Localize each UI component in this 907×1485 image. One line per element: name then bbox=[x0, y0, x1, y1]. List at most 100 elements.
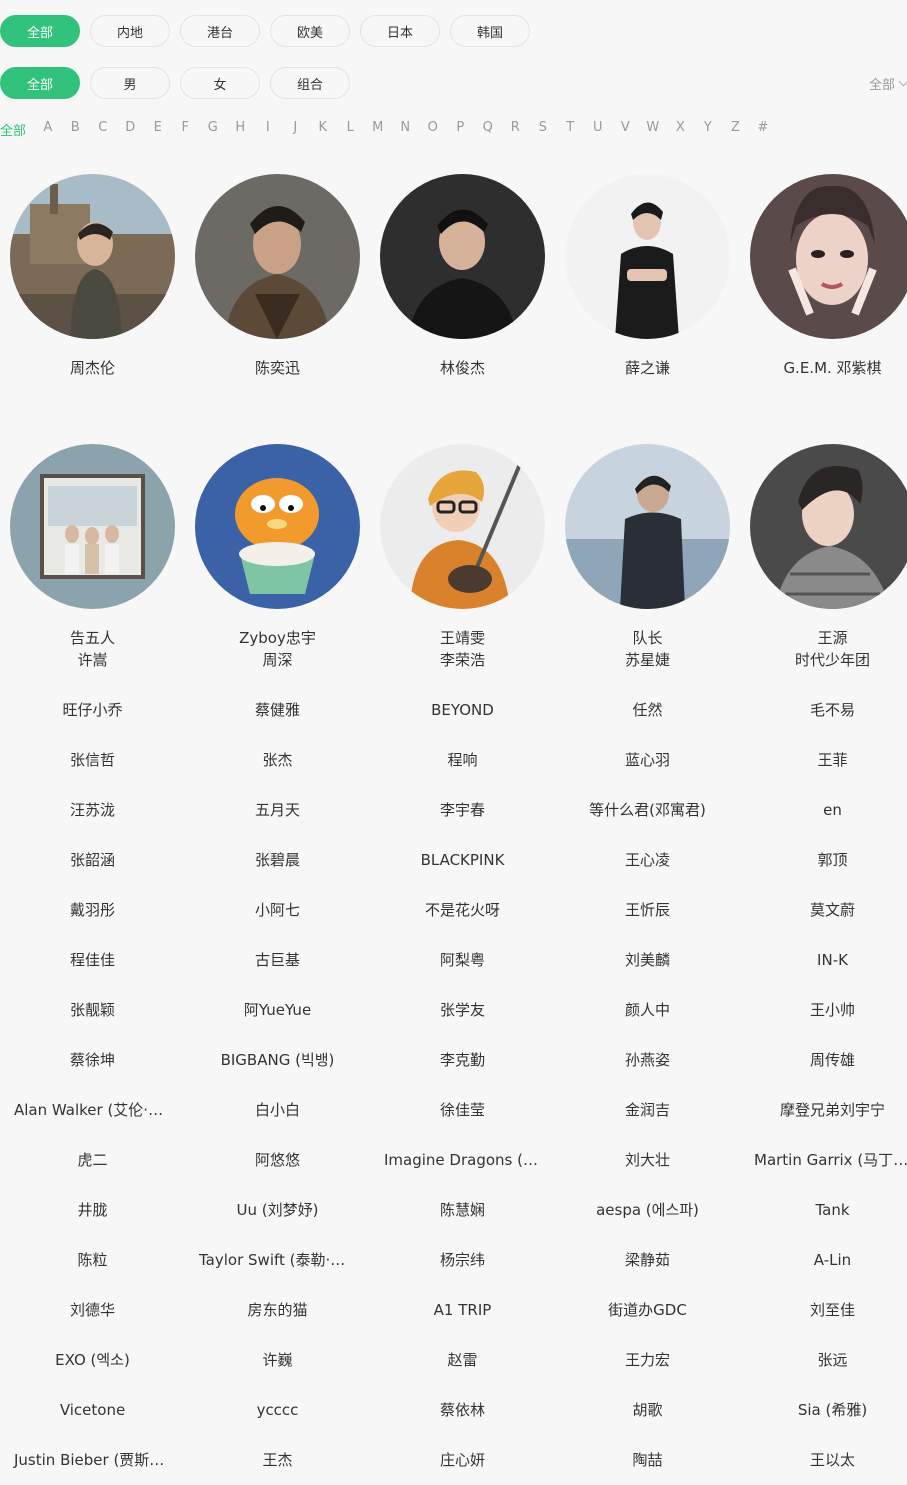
singer-name-link[interactable]: 阿YueYue bbox=[185, 985, 370, 1035]
singer-name-link[interactable]: 张韶涵 bbox=[0, 835, 185, 885]
singer-name-link[interactable]: 张远 bbox=[740, 1335, 907, 1385]
singer-card[interactable]: 王靖雯 bbox=[370, 444, 555, 648]
singer-name-link[interactable]: 李宇春 bbox=[370, 785, 555, 835]
singer-name-link[interactable]: 许嵩 bbox=[0, 635, 185, 685]
letter-filter[interactable]: E bbox=[144, 120, 172, 139]
letter-filter[interactable]: J bbox=[282, 120, 310, 139]
singer-name-link[interactable]: 蓝心羽 bbox=[555, 735, 740, 785]
letter-filter[interactable]: X bbox=[667, 120, 695, 139]
singer-card-name[interactable]: 周杰伦 bbox=[70, 357, 115, 378]
singer-name-link[interactable]: 梁静茹 bbox=[555, 1235, 740, 1285]
letter-filter[interactable]: B bbox=[62, 120, 90, 139]
singer-name-link[interactable]: 刘德华 bbox=[0, 1285, 185, 1335]
letter-filter-all[interactable]: 全部 bbox=[0, 120, 26, 139]
singer-card[interactable]: 林俊杰 bbox=[370, 174, 555, 378]
singer-name-link[interactable]: 王力宏 bbox=[555, 1335, 740, 1385]
singer-name-link[interactable]: 金润吉 bbox=[555, 1085, 740, 1135]
singer-name-link[interactable]: 许巍 bbox=[185, 1335, 370, 1385]
gender-filter-button[interactable]: 全部 bbox=[0, 67, 80, 99]
singer-card[interactable]: 告五人 bbox=[0, 444, 185, 648]
singer-name-link[interactable]: 程佳佳 bbox=[0, 935, 185, 985]
singer-name-link[interactable]: en bbox=[740, 785, 907, 835]
singer-name-link[interactable]: 郭顶 bbox=[740, 835, 907, 885]
band-avatar-icon[interactable] bbox=[10, 444, 175, 609]
area-filter-button[interactable]: 港台 bbox=[180, 15, 260, 47]
singer-avatar-icon[interactable] bbox=[380, 174, 545, 339]
singer-card[interactable]: 队长 bbox=[555, 444, 740, 648]
singer-card[interactable]: 王源 bbox=[740, 444, 907, 648]
singer-name-link[interactable]: 李克勤 bbox=[370, 1035, 555, 1085]
singer-name-link[interactable]: 戴羽彤 bbox=[0, 885, 185, 935]
gender-filter-button[interactable]: 组合 bbox=[270, 67, 350, 99]
singer-name-link[interactable]: 莫文蔚 bbox=[740, 885, 907, 935]
singer-name-link[interactable]: 王菲 bbox=[740, 735, 907, 785]
singer-name-link[interactable]: 五月天 bbox=[185, 785, 370, 835]
letter-filter[interactable]: P bbox=[447, 120, 475, 139]
singer-avatar-icon[interactable] bbox=[195, 174, 360, 339]
singer-name-link[interactable]: 任然 bbox=[555, 685, 740, 735]
singer-name-link[interactable]: BIGBANG (빅뱅) bbox=[185, 1035, 370, 1085]
singer-name-link[interactable]: 街道办GDC bbox=[555, 1285, 740, 1335]
singer-name-link[interactable]: Vicetone bbox=[0, 1385, 185, 1435]
singer-name-link[interactable]: Martin Garrix (马丁·盖瑞斯) bbox=[740, 1135, 907, 1185]
singer-avatar-icon[interactable] bbox=[380, 444, 545, 609]
singer-name-link[interactable]: Taylor Swift (泰勒·斯威夫特) bbox=[185, 1235, 370, 1285]
singer-name-link[interactable]: 旺仔小乔 bbox=[0, 685, 185, 735]
singer-name-link[interactable]: Alan Walker (艾伦·沃克) bbox=[0, 1085, 185, 1135]
singer-avatar-icon[interactable] bbox=[750, 444, 907, 609]
area-filter-button[interactable]: 全部 bbox=[0, 15, 80, 47]
letter-filter[interactable]: O bbox=[419, 120, 447, 139]
letter-filter[interactable]: N bbox=[392, 120, 420, 139]
singer-name-link[interactable]: 时代少年团 bbox=[740, 635, 907, 685]
letter-filter[interactable]: S bbox=[529, 120, 557, 139]
singer-card[interactable]: 陈奕迅 bbox=[185, 174, 370, 378]
gender-filter-button[interactable]: 女 bbox=[180, 67, 260, 99]
area-filter-button[interactable]: 内地 bbox=[90, 15, 170, 47]
singer-name-link[interactable]: 周传雄 bbox=[740, 1035, 907, 1085]
singer-name-link[interactable]: Sia (希雅) bbox=[740, 1385, 907, 1435]
singer-name-link[interactable]: 刘大壮 bbox=[555, 1135, 740, 1185]
singer-name-link[interactable]: 王小帅 bbox=[740, 985, 907, 1035]
singer-name-link[interactable]: 张信哲 bbox=[0, 735, 185, 785]
letter-filter[interactable]: L bbox=[337, 120, 365, 139]
singer-name-link[interactable]: aespa (에스파) bbox=[555, 1185, 740, 1235]
singer-name-link[interactable]: 汪苏泷 bbox=[0, 785, 185, 835]
letter-filter[interactable]: F bbox=[172, 120, 200, 139]
singer-card-name[interactable]: 林俊杰 bbox=[440, 357, 485, 378]
singer-name-link[interactable]: 等什么君(邓寓君) bbox=[555, 785, 740, 835]
singer-name-link[interactable]: Uu (刘梦妤) bbox=[185, 1185, 370, 1235]
letter-filter[interactable]: G bbox=[199, 120, 227, 139]
singer-name-link[interactable]: 虎二 bbox=[0, 1135, 185, 1185]
letter-filter[interactable]: I bbox=[254, 120, 282, 139]
singer-name-link[interactable]: 阿悠悠 bbox=[185, 1135, 370, 1185]
singer-card-name[interactable]: 陈奕迅 bbox=[255, 357, 300, 378]
singer-card[interactable]: 周杰伦 bbox=[0, 174, 185, 378]
letter-filter[interactable]: Z bbox=[722, 120, 750, 139]
letter-filter[interactable]: U bbox=[584, 120, 612, 139]
singer-name-link[interactable]: 井胧 bbox=[0, 1185, 185, 1235]
singer-name-link[interactable]: IN-K bbox=[740, 935, 907, 985]
singer-name-link[interactable]: 王忻辰 bbox=[555, 885, 740, 935]
singer-card-name[interactable]: 薛之谦 bbox=[625, 357, 670, 378]
singer-name-link[interactable]: 刘至佳 bbox=[740, 1285, 907, 1335]
letter-filter[interactable]: A bbox=[34, 120, 62, 139]
letter-filter[interactable]: # bbox=[749, 120, 777, 139]
singer-name-link[interactable]: 房东的猫 bbox=[185, 1285, 370, 1335]
singer-name-link[interactable]: A1 TRIP bbox=[370, 1285, 555, 1335]
singer-name-link[interactable]: 陈粒 bbox=[0, 1235, 185, 1285]
singer-card[interactable]: 薛之谦 bbox=[555, 174, 740, 378]
singer-name-link[interactable]: 小阿七 bbox=[185, 885, 370, 935]
singer-name-link[interactable]: BLACKPINK bbox=[370, 835, 555, 885]
letter-filter[interactable]: H bbox=[227, 120, 255, 139]
singer-name-link[interactable]: 毛不易 bbox=[740, 685, 907, 735]
singer-card[interactable]: G.E.M. 邓紫棋 bbox=[740, 174, 907, 378]
singer-name-link[interactable]: 蔡健雅 bbox=[185, 685, 370, 735]
singer-card-name[interactable]: G.E.M. 邓紫棋 bbox=[783, 357, 881, 378]
singer-name-link[interactable]: 徐佳莹 bbox=[370, 1085, 555, 1135]
area-filter-button[interactable]: 欧美 bbox=[270, 15, 350, 47]
letter-filter[interactable]: Q bbox=[474, 120, 502, 139]
singer-name-link[interactable]: 胡歌 bbox=[555, 1385, 740, 1435]
singer-name-link[interactable]: 苏星婕 bbox=[555, 635, 740, 685]
singer-name-link[interactable]: Tank bbox=[740, 1185, 907, 1235]
singer-name-link[interactable]: 张杰 bbox=[185, 735, 370, 785]
